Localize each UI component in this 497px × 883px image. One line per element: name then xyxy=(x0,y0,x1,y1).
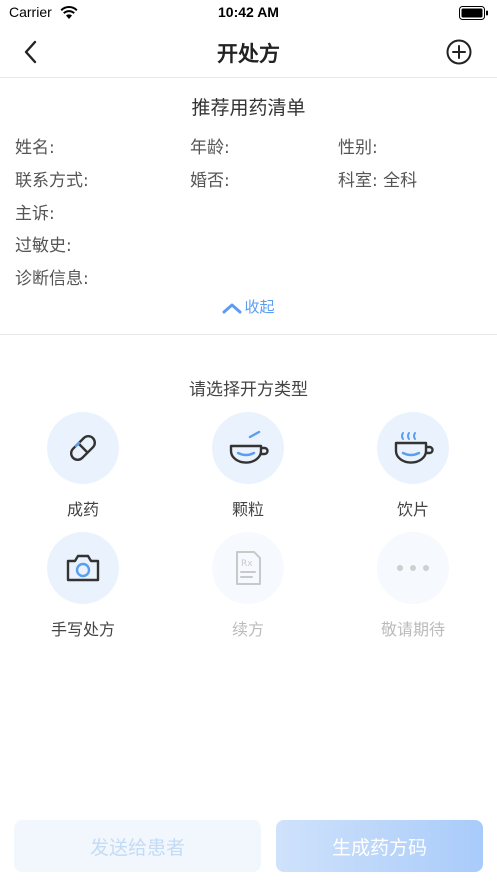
status-time: 10:42 AM xyxy=(218,4,279,20)
recommended-list-title: 推荐用药清单 xyxy=(191,97,306,119)
pill-icon xyxy=(47,412,119,484)
type-label: 敬请期待 xyxy=(380,620,445,639)
type-label: 颗粒 xyxy=(231,500,264,519)
gender-field: 性别: xyxy=(338,138,378,158)
type-label: 手写处方 xyxy=(50,620,115,639)
send-to-patient-button[interactable]: 发送给患者 xyxy=(14,820,261,872)
decoction-pot-icon xyxy=(377,412,449,484)
name-field: 姓名: xyxy=(15,138,55,158)
allergy-history-field: 过敏史: xyxy=(15,236,72,256)
prescription-type-prompt: 请选择开方类型 xyxy=(189,380,308,400)
collapse-toggle[interactable]: 收起 xyxy=(0,296,497,317)
battery-icon xyxy=(459,5,489,24)
type-granules[interactable]: 颗粒 xyxy=(193,412,303,520)
diagnosis-field: 诊断信息: xyxy=(15,269,89,289)
camera-icon xyxy=(47,532,119,604)
rx-document-icon: Rx xyxy=(212,532,284,604)
type-label: 饮片 xyxy=(396,500,429,519)
section-divider xyxy=(0,334,497,335)
page-title: 开处方 xyxy=(217,42,280,66)
nav-bar: 开处方 xyxy=(0,26,497,78)
chief-complaint-field: 主诉: xyxy=(15,204,55,224)
status-bar: Carrier 10:42 AM xyxy=(0,0,497,26)
more-dots-icon xyxy=(377,532,449,604)
add-circle-icon[interactable] xyxy=(445,38,473,66)
contact-field: 联系方式: xyxy=(15,171,89,191)
chevron-up-icon xyxy=(222,303,242,313)
type-handwritten-prescription[interactable]: 手写处方 xyxy=(28,532,138,640)
age-field: 年龄: xyxy=(190,138,230,158)
type-coming-soon: 敬请期待 xyxy=(358,532,468,640)
svg-text:Rx: Rx xyxy=(241,559,253,569)
collapse-label: 收起 xyxy=(244,298,275,316)
type-label: 成药 xyxy=(66,500,99,519)
generate-prescription-code-button[interactable]: 生成药方码 xyxy=(276,820,483,872)
type-label: 续方 xyxy=(231,620,264,639)
type-renew-prescription: Rx 续方 xyxy=(193,532,303,640)
type-decoction-pieces[interactable]: 饮片 xyxy=(358,412,468,520)
marital-field: 婚否: xyxy=(190,171,230,191)
department-field: 科室: 全科 xyxy=(338,171,418,191)
type-patent-medicine[interactable]: 成药 xyxy=(28,412,138,520)
granule-bowl-icon xyxy=(212,412,284,484)
